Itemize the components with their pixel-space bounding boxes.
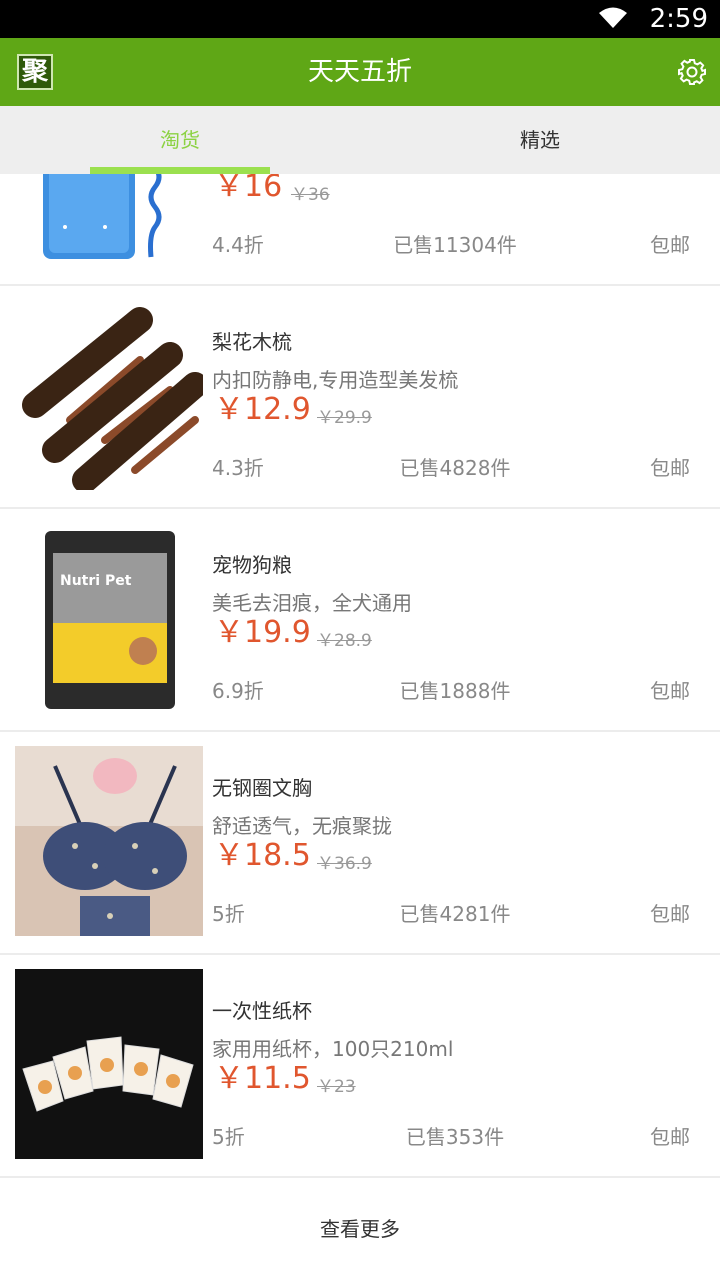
product-price: ￥11.5 xyxy=(214,1061,311,1096)
wifi-icon xyxy=(599,7,627,28)
product-price: ￥12.9 xyxy=(214,392,311,427)
product-image xyxy=(15,300,203,490)
status-time: 2:59 xyxy=(649,4,708,34)
product-image xyxy=(15,746,203,936)
product-name: 无钢圈文胸 xyxy=(212,776,312,800)
product-original-price: ￥36 xyxy=(291,185,330,205)
product-shipping: 包邮 xyxy=(650,902,690,926)
product-description: 家用用纸杯，100只210ml xyxy=(212,1037,454,1061)
product-original-price: ￥29.9 xyxy=(317,408,372,428)
tab-indicator xyxy=(90,167,270,174)
product-discount: 5折 xyxy=(212,902,245,926)
app-title: 天天五折 xyxy=(307,57,412,87)
product-sold: 已售4281件 xyxy=(399,902,511,926)
product-image xyxy=(15,174,203,267)
product-price: ￥16 xyxy=(214,174,283,204)
product-discount: 4.4折 xyxy=(212,233,264,257)
gear-icon[interactable] xyxy=(678,58,706,86)
product-name: 梨花木梳 xyxy=(212,330,292,354)
product-original-price: ￥23 xyxy=(317,1077,356,1097)
product-original-price: ￥36.9 xyxy=(317,854,372,874)
product-item[interactable]: 梨花木梳 内扣防静电,专用造型美发梳 ￥12.9 ￥29.9 4.3折 已售48… xyxy=(0,286,720,509)
product-sold: 已售4828件 xyxy=(399,456,511,480)
product-description: 内扣防静电,专用造型美发梳 xyxy=(212,368,459,392)
product-description: 舒适透气，无痕聚拢 xyxy=(212,814,392,838)
product-shipping: 包邮 xyxy=(650,1125,690,1149)
product-shipping: 包邮 xyxy=(650,233,690,257)
thumb-brand-text: Nutri Pet xyxy=(60,573,132,589)
product-item[interactable]: ￥16 ￥36 4.4折 已售11304件 包邮 xyxy=(0,174,720,286)
product-sold: 已售11304件 xyxy=(393,233,517,257)
product-discount: 6.9折 xyxy=(212,679,264,703)
product-name: 一次性纸杯 xyxy=(212,999,312,1023)
product-list[interactable]: ￥16 ￥36 4.4折 已售11304件 包邮 梨花木梳 内扣防静电,专用造型… xyxy=(0,174,720,1280)
tab-jingxuan[interactable]: 精选 xyxy=(360,106,720,174)
product-discount: 4.3折 xyxy=(212,456,264,480)
tab-taohuo[interactable]: 淘货 xyxy=(0,106,360,174)
product-item[interactable]: 无钢圈文胸 舒适透气，无痕聚拢 ￥18.5 ￥36.9 5折 已售4281件 包… xyxy=(0,732,720,955)
product-sold: 已售1888件 xyxy=(399,679,511,703)
product-item[interactable]: 一次性纸杯 家用用纸杯，100只210ml ￥11.5 ￥23 5折 已售353… xyxy=(0,955,720,1178)
product-description: 美毛去泪痕，全犬通用 xyxy=(212,591,412,615)
app-bar: 聚 天天五折 xyxy=(0,38,720,106)
load-more-button[interactable]: 查看更多 xyxy=(0,1214,720,1244)
product-price: ￥18.5 xyxy=(214,838,311,873)
product-shipping: 包邮 xyxy=(650,456,690,480)
product-discount: 5折 xyxy=(212,1125,245,1149)
tab-bar: 淘货 精选 xyxy=(0,106,720,174)
product-original-price: ￥28.9 xyxy=(317,631,372,651)
product-image xyxy=(15,969,203,1159)
product-name: 宠物狗粮 xyxy=(212,553,292,577)
status-bar: 2:59 xyxy=(0,0,720,38)
product-price: ￥19.9 xyxy=(214,615,311,650)
product-item[interactable]: Nutri Pet 宠物狗粮 美毛去泪痕，全犬通用 ￥19.9 ￥28.9 6.… xyxy=(0,509,720,732)
product-sold: 已售353件 xyxy=(405,1125,505,1149)
product-shipping: 包邮 xyxy=(650,679,690,703)
product-image: Nutri Pet xyxy=(15,523,203,713)
